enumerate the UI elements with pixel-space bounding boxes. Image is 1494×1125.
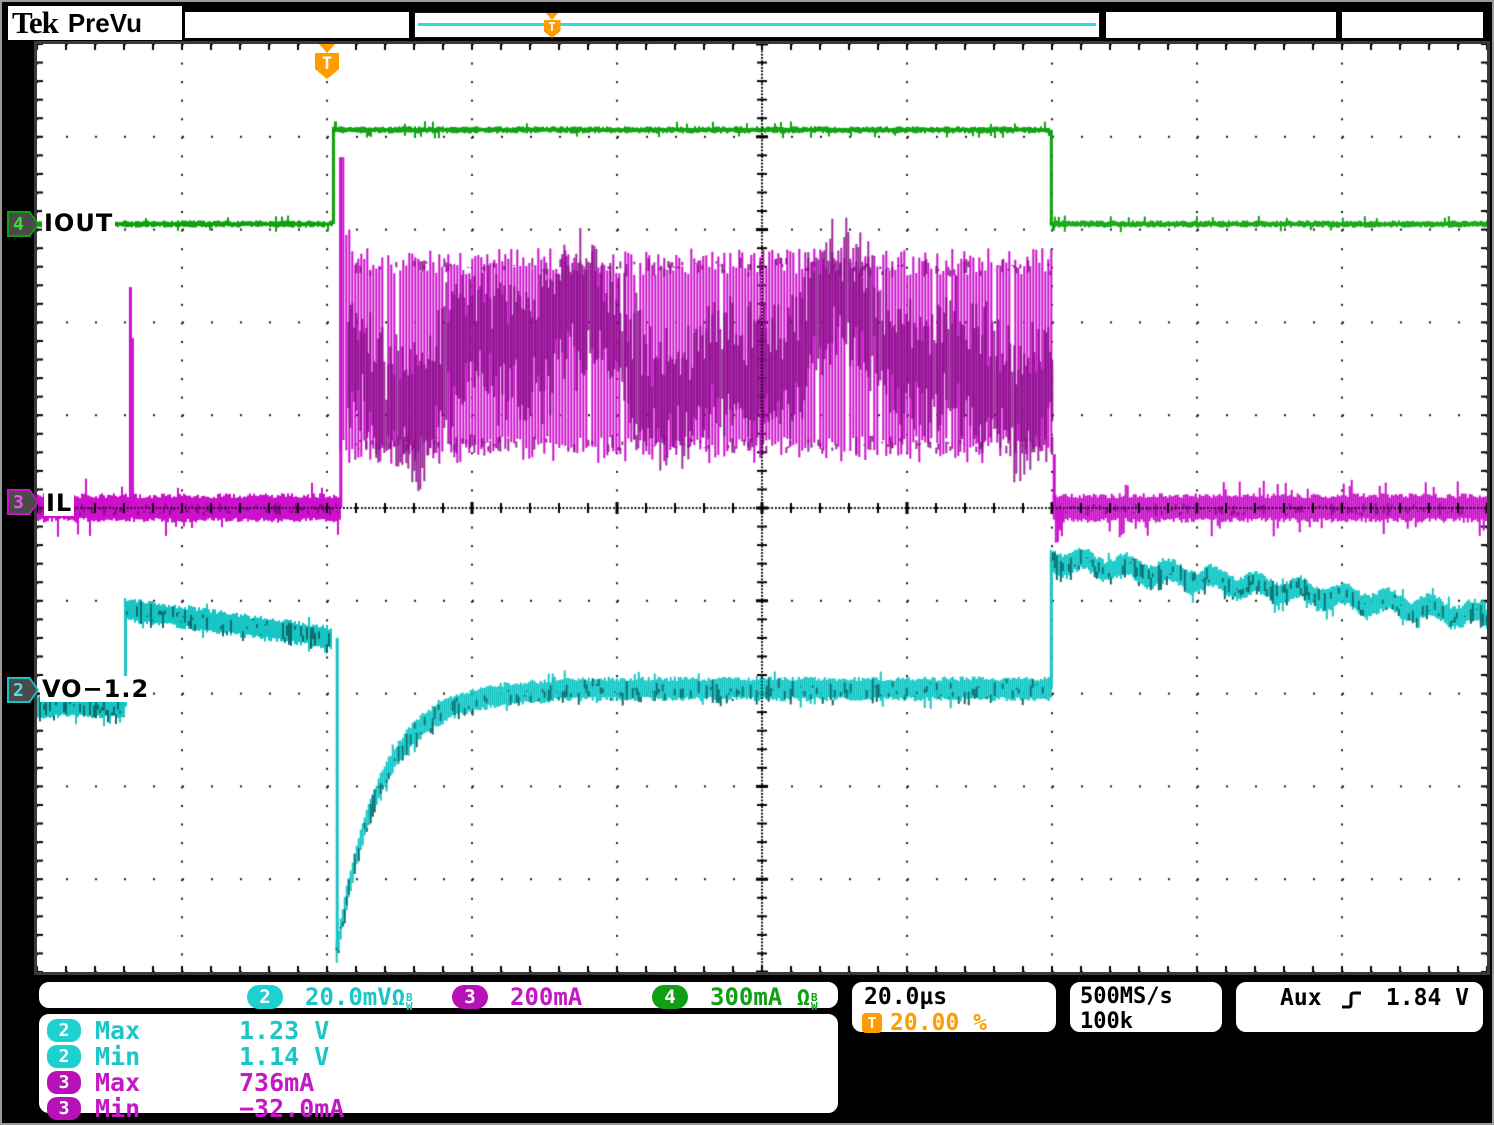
- header-logo-box: Tek PreVu: [8, 6, 182, 40]
- channel-4-position-marker: 4: [7, 211, 39, 237]
- bandwidth-limit-icon: BW: [406, 993, 413, 1011]
- ch3-scale-value: 200mA: [510, 983, 582, 1011]
- ch3-scale-readout: 3 200mA: [452, 983, 582, 1011]
- measurement-row: 2 Max 1.23 V: [39, 1018, 838, 1044]
- measurement-row: 2 Min 1.14 V: [39, 1044, 838, 1070]
- trigger-position-value: 20.00 %: [890, 1010, 987, 1036]
- trigger-t-icon: T: [315, 53, 339, 79]
- measurement-row: 3 Max 736mA: [39, 1070, 838, 1096]
- trigger-readout: Aux 1.84 V: [1234, 980, 1485, 1034]
- ohm-coupling-icon: Ω: [392, 986, 405, 1011]
- trace-label-il: IL: [44, 490, 74, 516]
- measurement-value: 736mA: [239, 1068, 314, 1097]
- measurement-name: Min: [95, 1042, 140, 1071]
- record-trigger-position-flag: T: [542, 13, 562, 38]
- trigger-position-readout: T 20.00 %: [862, 1010, 987, 1036]
- ch2-scale-readout: 2 20.0mVΩBW: [247, 983, 413, 1011]
- measurement-row: 3 Min −32.0mA: [39, 1096, 838, 1122]
- measurement-value: 1.14 V: [239, 1042, 329, 1071]
- ch3-badge: 3: [47, 1071, 81, 1094]
- channel-2-position-marker: 2: [7, 677, 39, 703]
- sample-rate: 500MS/s: [1080, 984, 1173, 1009]
- timebase-readout: 20.0µs T 20.00 %: [850, 980, 1058, 1034]
- trigger-source: Aux: [1280, 985, 1322, 1011]
- record-view-waveform-line: [418, 23, 1096, 26]
- ohm-coupling-icon: Ω: [797, 986, 810, 1011]
- measurement-value: −32.0mA: [239, 1094, 344, 1123]
- ch2-badge: 2: [47, 1019, 81, 1042]
- ch3-badge: 3: [47, 1097, 81, 1120]
- marker-digit: 3: [13, 492, 24, 513]
- ch4-badge: 4: [652, 985, 688, 1009]
- trigger-t-icon: T: [544, 20, 561, 38]
- header-blank-box-right: [1342, 12, 1483, 38]
- waveform-canvas: [37, 44, 1487, 972]
- tek-logo: Tek: [12, 5, 58, 41]
- oscilloscope-screen: Tek PreVu T T 4 3 2 IOUT IL VO−1.2 2 20.…: [0, 0, 1494, 1125]
- ch2-badge: 2: [47, 1045, 81, 1068]
- trigger-level: 1.84 V: [1386, 985, 1469, 1011]
- trigger-arrow-icon: [546, 13, 558, 20]
- acquisition-readout: 500MS/s 100k points: [1068, 980, 1224, 1034]
- header-blank-box-mid: [1106, 12, 1336, 38]
- timebase-scale: 20.0µs: [864, 984, 947, 1010]
- measurement-name: Max: [95, 1068, 140, 1097]
- bandwidth-limit-icon: BW: [811, 993, 818, 1011]
- measurement-name: Min: [95, 1094, 140, 1123]
- trace-label-iout: IOUT: [42, 210, 115, 236]
- header-blank-box-left: [185, 12, 409, 38]
- ch2-badge: 2: [247, 985, 283, 1009]
- ch4-scale-value: 300mA ΩBW: [710, 983, 818, 1011]
- trigger-arrow-icon: [319, 44, 335, 53]
- measurement-readouts: 2 Max 1.23 V 2 Min 1.14 V 3 Max 736mA 3 …: [37, 1012, 840, 1115]
- measurement-name: Max: [95, 1016, 140, 1045]
- rising-edge-icon: [1340, 989, 1364, 1011]
- channel-scale-readouts: 2 20.0mVΩBW 3 200mA 4 300mA ΩBW: [37, 980, 840, 1010]
- ch4-scale-readout: 4 300mA ΩBW: [652, 983, 818, 1011]
- ch3-badge: 3: [452, 985, 488, 1009]
- marker-digit: 4: [13, 214, 24, 235]
- record-length: 100k points: [1080, 1009, 1222, 1059]
- marker-digit: 2: [13, 680, 24, 701]
- channel-3-position-marker: 3: [7, 489, 39, 515]
- ch2-scale-value: 20.0mVΩBW: [305, 983, 413, 1011]
- acquisition-status: PreVu: [68, 8, 142, 39]
- trigger-t-badge: T: [862, 1013, 882, 1033]
- measurement-value: 1.23 V: [239, 1016, 329, 1045]
- trace-label-vo: VO−1.2: [40, 676, 151, 702]
- trigger-point-flag: T: [313, 44, 341, 79]
